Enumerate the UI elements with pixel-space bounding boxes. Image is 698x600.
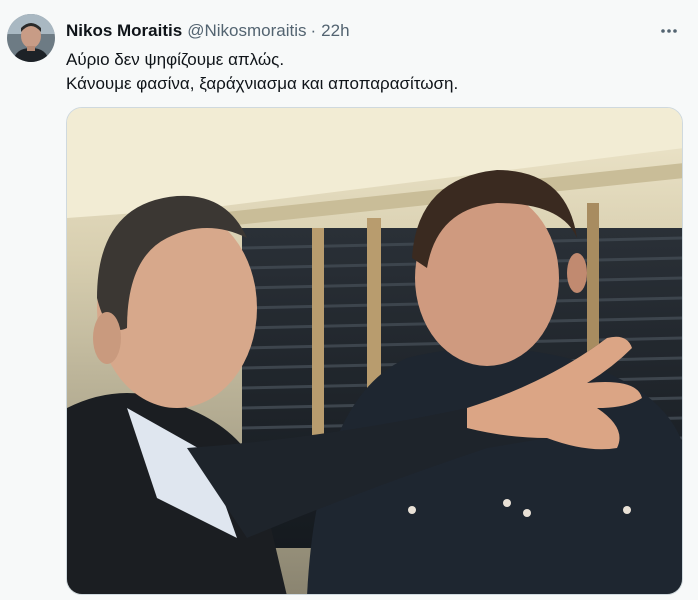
more-options-button[interactable] [658,20,680,42]
meta-separator: · [310,21,317,40]
tweet-text-line-1: Αύριο δεν ψηφίζουμε απλώς. [66,50,285,69]
photo-two-men-pointing [67,108,682,594]
tweet-card[interactable]: Nikos Moraitis @Nikosmoraitis · 22h Αύρι… [0,0,698,600]
avatar[interactable] [7,14,55,62]
avatar-image [7,14,55,62]
tweet-text: Αύριο δεν ψηφίζουμε απλώς. Κάνουμε φασίν… [66,48,458,96]
tweet-header: Nikos Moraitis @Nikosmoraitis · 22h [66,20,350,42]
tweet-text-line-2: Κάνουμε φασίνα, ξαράχνιασμα και αποπαρασ… [66,74,459,93]
tweet-timestamp[interactable]: 22h [321,20,349,42]
author-name[interactable]: Nikos Moraitis [66,20,182,42]
tweet-photo[interactable] [66,107,683,595]
author-handle[interactable]: @Nikosmoraitis [187,20,306,42]
more-horizontal-icon [661,29,677,33]
